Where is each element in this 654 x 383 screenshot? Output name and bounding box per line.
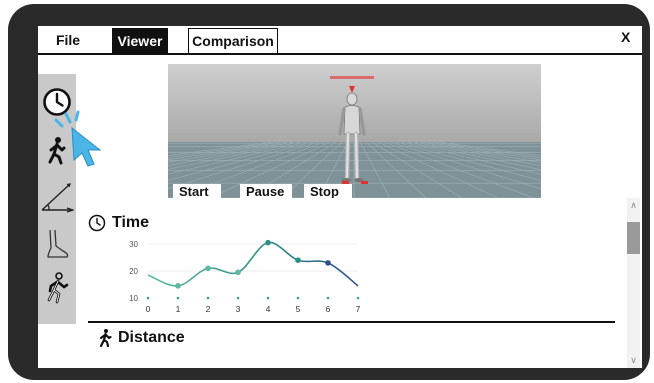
tab-file[interactable]: File [42, 28, 94, 54]
data-point[interactable] [205, 265, 211, 272]
distance-section-header: Distance [96, 328, 185, 348]
x-tick-label: 1 [176, 304, 181, 314]
x-tick-label: 5 [296, 304, 301, 314]
x-tick-label: 2 [206, 304, 211, 314]
vertical-scrollbar[interactable]: ∧ ∨ [627, 198, 640, 368]
y-tick-label: 30 [129, 240, 138, 249]
sidebar [38, 74, 76, 324]
sidebar-item-running[interactable] [40, 270, 74, 306]
tab-comparison[interactable]: Comparison [188, 28, 278, 54]
walking-person-icon [48, 137, 66, 165]
tab-divider [38, 53, 642, 55]
angle-icon [41, 183, 75, 213]
data-point[interactable] [295, 257, 301, 263]
x-tick-label: 7 [356, 304, 361, 314]
sidebar-item-angle[interactable] [40, 178, 75, 214]
clock-icon [43, 88, 71, 116]
clock-icon [88, 214, 106, 232]
running-person-icon [47, 272, 69, 304]
sidebar-item-foot[interactable] [40, 226, 74, 262]
3d-viewport[interactable]: Start Pause Stop [168, 64, 541, 198]
tablet-frame: File Viewer Comparison X Start Pause Sto… [8, 4, 650, 380]
baseline-dot [356, 296, 360, 300]
foot-marker [361, 181, 368, 184]
sidebar-item-time[interactable] [40, 84, 74, 120]
foot-icon [47, 229, 69, 258]
time-chart: 10 20 30 0 1 2 3 4 5 6 7 [129, 239, 361, 314]
data-point[interactable] [265, 239, 271, 246]
start-button[interactable]: Start [173, 184, 221, 198]
y-tick-label: 20 [129, 267, 138, 276]
x-tick-label: 6 [326, 304, 331, 314]
sidebar-item-distance[interactable] [40, 132, 74, 168]
baseline-dot [296, 296, 300, 300]
x-tick-label: 4 [266, 304, 271, 314]
scroll-down-arrow-icon[interactable]: ∨ [627, 355, 640, 366]
app-screen: File Viewer Comparison X Start Pause Sto… [38, 26, 642, 368]
baseline-dot [206, 296, 210, 300]
section-divider [88, 321, 615, 323]
distance-section-title: Distance [118, 329, 185, 346]
baseline-dot [236, 296, 240, 300]
scroll-up-arrow-icon[interactable]: ∧ [627, 200, 640, 211]
data-point[interactable] [175, 283, 181, 289]
y-tick-label: 10 [129, 294, 138, 303]
marker-label [330, 76, 374, 79]
stop-button[interactable]: Stop [304, 184, 352, 198]
tab-viewer[interactable]: Viewer [112, 28, 168, 54]
time-section-title: Time [112, 214, 150, 231]
close-button[interactable]: X [621, 29, 630, 45]
baseline-dot [266, 296, 270, 300]
scroll-thumb[interactable] [627, 222, 640, 254]
data-point[interactable] [325, 260, 331, 266]
x-tick-label: 0 [146, 304, 151, 314]
3d-scene [168, 64, 541, 198]
x-tick-label: 3 [236, 304, 241, 314]
walking-person-icon [99, 329, 112, 348]
baseline-dot [176, 296, 180, 300]
data-point[interactable] [235, 269, 241, 276]
baseline-dot [146, 296, 150, 300]
pause-button[interactable]: Pause [240, 184, 292, 198]
baseline-dot [326, 296, 330, 300]
time-section-header: Time [88, 214, 149, 232]
